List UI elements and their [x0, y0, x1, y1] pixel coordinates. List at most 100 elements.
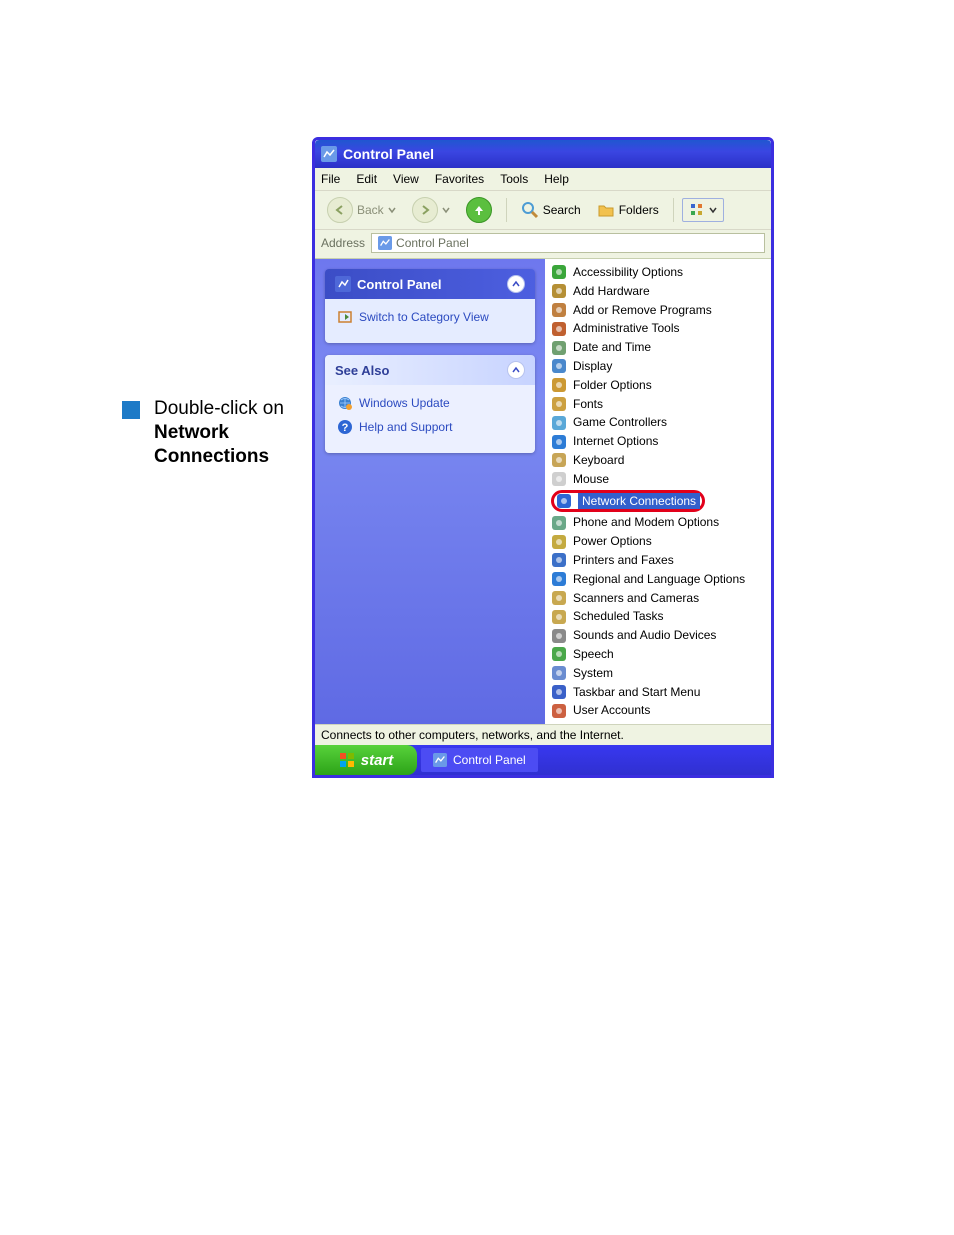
cp-item-label: Scheduled Tasks	[573, 608, 664, 625]
see-also-body: Windows Update ? Help and Support	[325, 385, 535, 453]
menu-help[interactable]: Help	[544, 172, 569, 186]
cp-item-administrative-tools[interactable]: Administrative Tools	[547, 319, 769, 338]
search-button[interactable]: Search	[515, 199, 587, 221]
search-icon	[521, 201, 539, 219]
item-icon	[551, 646, 567, 662]
taskbar-task-item[interactable]: Control Panel	[421, 748, 538, 772]
instruction-line2: Network Connections	[154, 422, 269, 467]
svg-text:?: ?	[342, 422, 349, 434]
cp-item-label: Speech	[573, 646, 614, 663]
cp-item-date-and-time[interactable]: Date and Time	[547, 338, 769, 357]
menubar: File Edit View Favorites Tools Help	[315, 168, 771, 191]
up-button[interactable]	[460, 195, 498, 225]
item-icon	[551, 321, 567, 337]
collapse-button[interactable]	[507, 361, 525, 379]
cp-item-label: Phone and Modem Options	[573, 514, 719, 531]
status-bar: Connects to other computers, networks, a…	[315, 724, 771, 745]
forward-arrow-icon	[412, 197, 438, 223]
control-panel-icon	[378, 236, 392, 250]
cp-item-folder-options[interactable]: Folder Options	[547, 376, 769, 395]
help-support-link[interactable]: ? Help and Support	[337, 419, 523, 435]
item-icon	[551, 471, 567, 487]
switch-view-link[interactable]: Switch to Category View	[337, 309, 523, 325]
chevron-down-icon	[709, 206, 717, 214]
cp-item-system[interactable]: System	[547, 664, 769, 683]
cp-item-keyboard[interactable]: Keyboard	[547, 451, 769, 470]
cp-item-label: Accessibility Options	[573, 264, 683, 281]
cp-item-phone-and-modem-options[interactable]: Phone and Modem Options	[547, 513, 769, 532]
item-icon	[551, 665, 567, 681]
chevron-down-icon	[442, 206, 450, 214]
cp-item-internet-options[interactable]: Internet Options	[547, 432, 769, 451]
highlight-ring: Network Connections	[551, 490, 705, 513]
cp-item-label: Taskbar and Start Menu	[573, 684, 700, 701]
windows-update-label: Windows Update	[359, 396, 450, 410]
cp-item-label: Game Controllers	[573, 414, 667, 431]
cp-item-taskbar-and-start-menu[interactable]: Taskbar and Start Menu	[547, 683, 769, 702]
menu-tools[interactable]: Tools	[500, 172, 528, 186]
back-button[interactable]: Back	[321, 195, 402, 225]
cp-item-network-connections[interactable]: Network Connections	[547, 489, 769, 514]
chevron-down-icon	[388, 206, 396, 214]
titlebar[interactable]: Control Panel	[315, 140, 771, 168]
menu-edit[interactable]: Edit	[356, 172, 377, 186]
help-icon: ?	[337, 419, 353, 435]
cp-item-sounds-and-audio-devices[interactable]: Sounds and Audio Devices	[547, 626, 769, 645]
cp-item-label: Add Hardware	[573, 283, 650, 300]
item-icon	[551, 552, 567, 568]
cp-item-label: Internet Options	[573, 433, 658, 450]
forward-button[interactable]	[406, 195, 456, 225]
cp-item-fonts[interactable]: Fonts	[547, 395, 769, 414]
switch-view-label: Switch to Category View	[359, 310, 489, 324]
cp-item-label: Fonts	[573, 396, 603, 413]
toolbar-separator	[673, 198, 674, 222]
folders-label: Folders	[619, 203, 659, 217]
item-icon	[551, 628, 567, 644]
item-icon	[551, 590, 567, 606]
item-icon	[551, 434, 567, 450]
cp-item-scanners-and-cameras[interactable]: Scanners and Cameras	[547, 589, 769, 608]
status-text: Connects to other computers, networks, a…	[321, 728, 624, 742]
cp-item-display[interactable]: Display	[547, 357, 769, 376]
cp-item-scheduled-tasks[interactable]: Scheduled Tasks	[547, 607, 769, 626]
bullet-icon	[122, 401, 140, 419]
cp-item-speech[interactable]: Speech	[547, 645, 769, 664]
views-button[interactable]	[682, 198, 724, 222]
cp-item-add-hardware[interactable]: Add Hardware	[547, 282, 769, 301]
item-icon	[551, 684, 567, 700]
item-icon	[551, 283, 567, 299]
cp-item-label: Network Connections	[578, 493, 700, 510]
item-icon	[551, 609, 567, 625]
item-icon	[551, 264, 567, 280]
collapse-button[interactable]	[507, 275, 525, 293]
item-icon	[551, 302, 567, 318]
menu-file[interactable]: File	[321, 172, 340, 186]
cp-item-add-or-remove-programs[interactable]: Add or Remove Programs	[547, 301, 769, 320]
menu-view[interactable]: View	[393, 172, 419, 186]
tasks-panel-main-header[interactable]: Control Panel	[325, 269, 535, 299]
folders-icon	[597, 201, 615, 219]
toolbar: Back Search Folders	[315, 191, 771, 230]
cp-item-printers-and-faxes[interactable]: Printers and Faxes	[547, 551, 769, 570]
chevron-up-icon	[512, 280, 520, 288]
toolbar-separator	[506, 198, 507, 222]
menu-favorites[interactable]: Favorites	[435, 172, 484, 186]
cp-item-user-accounts[interactable]: User Accounts	[547, 701, 769, 720]
cp-item-accessibility-options[interactable]: Accessibility Options	[547, 263, 769, 282]
folders-button[interactable]: Folders	[591, 199, 665, 221]
cp-item-mouse[interactable]: Mouse	[547, 470, 769, 489]
cp-item-game-controllers[interactable]: Game Controllers	[547, 413, 769, 432]
tasks-panel-main-body: Switch to Category View	[325, 299, 535, 343]
address-field[interactable]: Control Panel	[371, 233, 765, 253]
cp-item-power-options[interactable]: Power Options	[547, 532, 769, 551]
cp-item-label: System	[573, 665, 613, 682]
cp-item-label: Date and Time	[573, 339, 651, 356]
start-button[interactable]: start	[315, 745, 417, 775]
address-bar: Address Control Panel	[315, 230, 771, 259]
see-also-header[interactable]: See Also	[325, 355, 535, 385]
cp-item-label: Administrative Tools	[573, 320, 680, 337]
cp-item-regional-and-language-options[interactable]: Regional and Language Options	[547, 570, 769, 589]
windows-update-link[interactable]: Windows Update	[337, 395, 523, 411]
taskbar-task-label: Control Panel	[453, 753, 526, 767]
cp-item-label: User Accounts	[573, 702, 650, 719]
